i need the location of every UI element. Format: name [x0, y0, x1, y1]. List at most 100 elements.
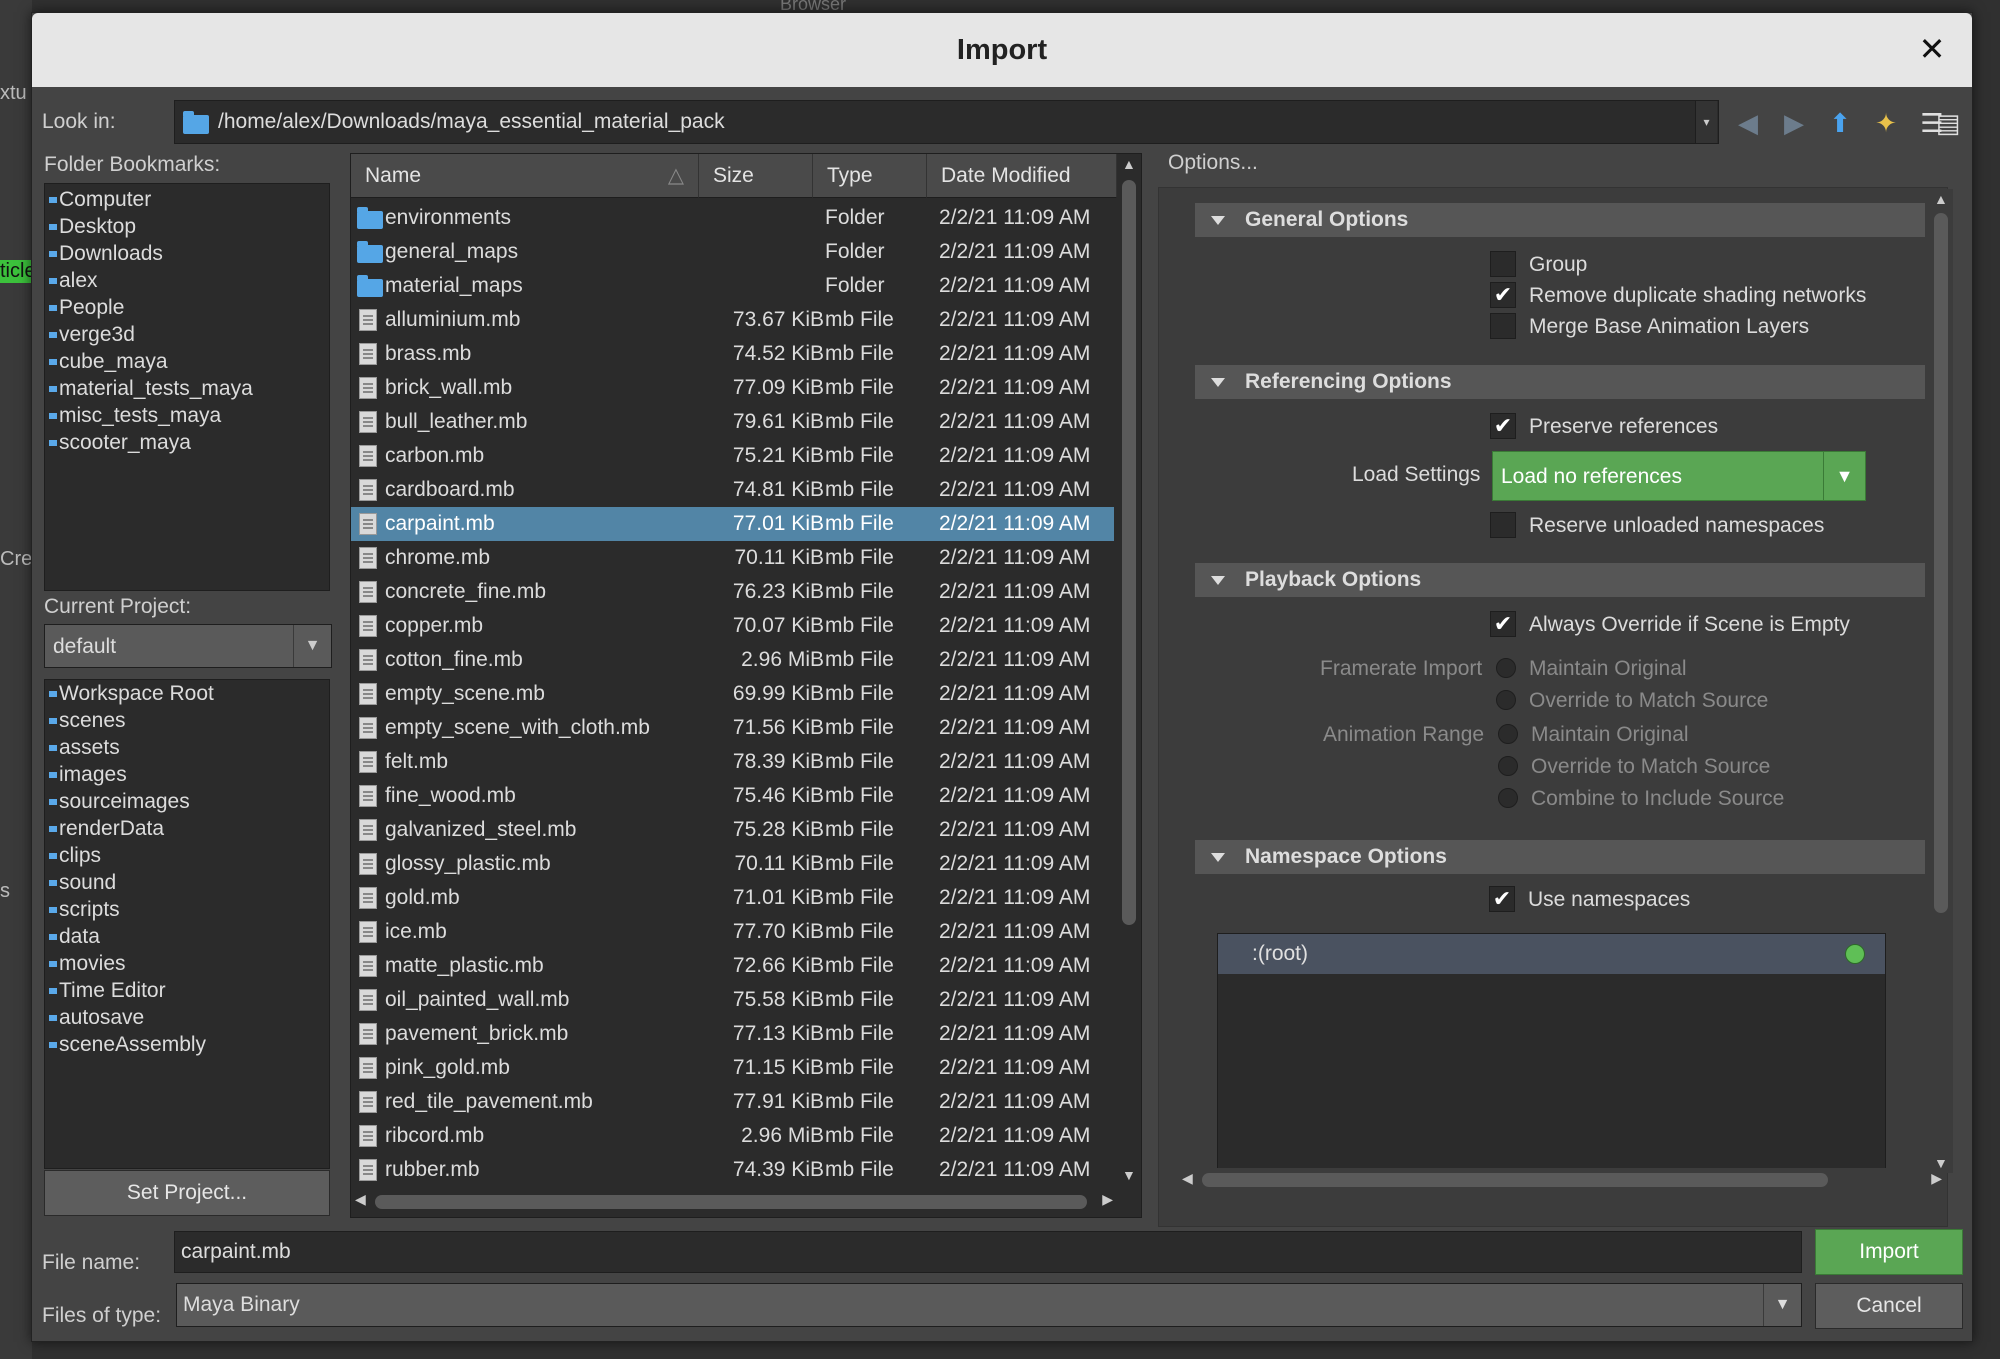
load-settings-select[interactable]: Load no references ▼	[1492, 451, 1866, 501]
project-folder-item[interactable]: sound	[48, 871, 116, 895]
table-row[interactable]: brick_wall.mb 77.09 KiB mb File 2/2/21 11:0…	[351, 371, 1114, 405]
project-folder-item[interactable]: sceneAssembly	[48, 1033, 206, 1057]
table-row[interactable]: empty_scene.mb 69.99 KiB mb File 2/2/21 11:…	[351, 677, 1114, 711]
project-folder-item[interactable]: assets	[49, 736, 120, 760]
project-folder-item[interactable]: images	[49, 763, 127, 787]
table-row[interactable]: rubber.mb 74.39 KiB mb File 2/2/21 11:09 AM	[351, 1153, 1114, 1187]
table-row[interactable]: cardboard.mb 74.81 KiB mb File 2/2/21 11:09…	[351, 473, 1114, 507]
scrollbar-thumb[interactable]	[1122, 180, 1136, 925]
new-folder-icon[interactable]: ✦	[1870, 107, 1902, 139]
table-row[interactable]: gold.mb 71.01 KiB mb File 2/2/21 11:09 AM	[351, 881, 1114, 915]
import-button[interactable]: Import	[1815, 1229, 1963, 1275]
preserve-references-checkbox[interactable]: ✔	[1490, 413, 1516, 439]
framerate-override-radio[interactable]	[1496, 690, 1516, 710]
project-folder-item[interactable]: scripts	[49, 898, 120, 922]
always-override-checkbox[interactable]: ✔	[1490, 611, 1516, 637]
table-row[interactable]: oil_painted_wall.mb 75.58 KiB mb File 2/2/2…	[351, 983, 1114, 1017]
scroll-up-icon[interactable]: ▲	[1122, 156, 1136, 172]
up-folder-icon[interactable]: ⬆	[1824, 107, 1856, 139]
table-row[interactable]: chrome.mb 70.11 KiB mb File 2/2/21 11:09 AM	[351, 541, 1114, 575]
table-row[interactable]: general_maps Folder 2/2/21 11:09 AM	[351, 235, 1114, 269]
table-row[interactable]: ribcord.mb 2.96 MiB mb File 2/2/21 11:09 AM	[351, 1119, 1114, 1153]
anim-combine-radio[interactable]	[1498, 788, 1518, 808]
table-row[interactable]: pavement_brick.mb 77.13 KiB mb File 2/2/21 …	[351, 1017, 1114, 1051]
table-row[interactable]: material_maps Folder 2/2/21 11:09 AM	[351, 269, 1114, 303]
table-row[interactable]: galvanized_steel.mb 75.28 KiB mb File 2/2/2…	[351, 813, 1114, 847]
cancel-button[interactable]: Cancel	[1815, 1283, 1963, 1329]
table-row[interactable]: cotton_fine.mb 2.96 MiB mb File 2/2/21 11:0…	[351, 643, 1114, 677]
scroll-down-icon[interactable]: ▼	[1122, 1167, 1136, 1183]
column-header-size[interactable]: Size	[699, 154, 813, 198]
file-type-select[interactable]: Maya Binary ▼	[176, 1283, 1802, 1327]
anim-maintain-radio[interactable]	[1498, 724, 1518, 744]
table-row[interactable]: alluminium.mb 73.67 KiB mb File 2/2/21 11:0…	[351, 303, 1114, 337]
table-row[interactable]: carbon.mb 75.21 KiB mb File 2/2/21 11:09 AM	[351, 439, 1114, 473]
column-header-name[interactable]: Name △	[351, 154, 699, 198]
bookmark-item[interactable]: Downloads	[49, 242, 163, 266]
bookmark-item[interactable]: Computer	[48, 188, 151, 212]
table-row[interactable]: glossy_plastic.mb 70.11 KiB mb File 2/2/21 …	[351, 847, 1114, 881]
project-folder-item[interactable]: Time Editor	[49, 979, 166, 1003]
look-in-path-field[interactable]: /home/alex/Downloads/maya_essential_mate…	[174, 100, 1719, 144]
scroll-down-icon[interactable]: ▼	[1934, 1155, 1948, 1171]
table-row[interactable]: pink_gold.mb 71.15 KiB mb File 2/2/21 11:09…	[351, 1051, 1114, 1085]
project-folder-item[interactable]: movies	[49, 952, 126, 976]
bookmark-item[interactable]: People	[48, 296, 124, 320]
project-folder-item[interactable]: data	[49, 925, 100, 949]
table-row[interactable]: empty_scene_with_cloth.mb 71.56 KiB mb Fil…	[351, 711, 1114, 745]
group-checkbox[interactable]	[1490, 251, 1516, 277]
scroll-up-icon[interactable]: ▲	[1934, 191, 1948, 207]
back-icon[interactable]: ◀	[1732, 107, 1764, 139]
table-row[interactable]: copper.mb 70.07 KiB mb File 2/2/21 11:09 AM	[351, 609, 1114, 643]
project-folder-item[interactable]: scenes	[49, 709, 126, 733]
scrollbar-thumb[interactable]	[1202, 1173, 1828, 1187]
table-row[interactable]: environments Folder 2/2/21 11:09 AM	[351, 201, 1114, 235]
scroll-right-icon[interactable]: ▶	[1102, 1191, 1113, 1208]
horizontal-scrollbar[interactable]: ◀ ▶	[351, 1187, 1117, 1217]
bookmark-item[interactable]: alex	[49, 269, 98, 293]
table-row[interactable]: carpaint.mb 77.01 KiB mb File 2/2/21 11:09 …	[351, 507, 1114, 541]
project-folder-item[interactable]: sourceimages	[49, 790, 190, 814]
scrollbar-thumb[interactable]	[1934, 213, 1948, 913]
chevron-down-icon[interactable]: ▾	[1695, 101, 1717, 143]
options-horizontal-scrollbar[interactable]: ◀ ▶	[1178, 1168, 1946, 1192]
bookmark-item[interactable]: verge3d	[49, 323, 135, 347]
merge-base-checkbox[interactable]	[1490, 313, 1516, 339]
table-row[interactable]: bull_leather.mb 79.61 KiB mb File 2/2/21 11…	[351, 405, 1114, 439]
bookmark-item[interactable]: Desktop	[48, 215, 136, 239]
file-name-input[interactable]: carpaint.mb	[174, 1231, 1802, 1273]
framerate-maintain-radio[interactable]	[1496, 658, 1516, 678]
table-row[interactable]: felt.mb 78.39 KiB mb File 2/2/21 11:09 AM	[351, 745, 1114, 779]
table-row[interactable]: fine_wood.mb 75.46 KiB mb File 2/2/21 11:09…	[351, 779, 1114, 813]
column-header-date[interactable]: Date Modified	[927, 154, 1117, 198]
scroll-left-icon[interactable]: ◀	[1182, 1170, 1193, 1187]
bookmark-item[interactable]: material_tests_maya	[49, 377, 253, 401]
scrollbar-thumb[interactable]	[375, 1195, 1087, 1209]
vertical-scrollbar[interactable]: ▲ ▼	[1117, 154, 1141, 1187]
playback-options-header[interactable]: Playback Options	[1195, 563, 1925, 597]
anim-override-radio[interactable]	[1498, 756, 1518, 776]
project-select[interactable]: default ▼	[44, 624, 332, 668]
bookmark-item[interactable]: misc_tests_maya	[48, 404, 221, 428]
table-row[interactable]: matte_plastic.mb 72.66 KiB mb File 2/2/21 1…	[351, 949, 1114, 983]
namespace-root-row[interactable]: :(root)	[1218, 934, 1885, 974]
project-folder-item[interactable]: clips	[48, 844, 101, 868]
general-options-header[interactable]: General Options	[1195, 203, 1925, 237]
close-icon[interactable]: ✕	[1914, 31, 1950, 67]
namespace-options-header[interactable]: Namespace Options	[1195, 840, 1925, 874]
table-row[interactable]: red_tile_pavement.mb 77.91 KiB mb File 2/2/…	[351, 1085, 1114, 1119]
table-row[interactable]: concrete_fine.mb 76.23 KiB mb File 2/2/21 1…	[351, 575, 1114, 609]
reserve-namespaces-checkbox[interactable]	[1490, 512, 1516, 538]
bookmark-item[interactable]: cube_maya	[49, 350, 168, 374]
project-folder-item[interactable]: Workspace Root	[49, 682, 214, 706]
remove-duplicate-checkbox[interactable]: ✔	[1490, 282, 1516, 308]
column-header-type[interactable]: Type	[813, 154, 927, 198]
scroll-left-icon[interactable]: ◀	[355, 1191, 366, 1208]
detail-view-icon[interactable]: ▤	[1932, 107, 1964, 139]
project-folder-item[interactable]: renderData	[48, 817, 164, 841]
forward-icon[interactable]: ▶	[1778, 107, 1810, 139]
referencing-options-header[interactable]: Referencing Options	[1195, 365, 1925, 399]
project-folder-item[interactable]: autosave	[48, 1006, 144, 1030]
use-namespaces-checkbox[interactable]: ✔	[1489, 886, 1515, 912]
options-vertical-scrollbar[interactable]: ▲ ▼	[1929, 189, 1953, 1173]
